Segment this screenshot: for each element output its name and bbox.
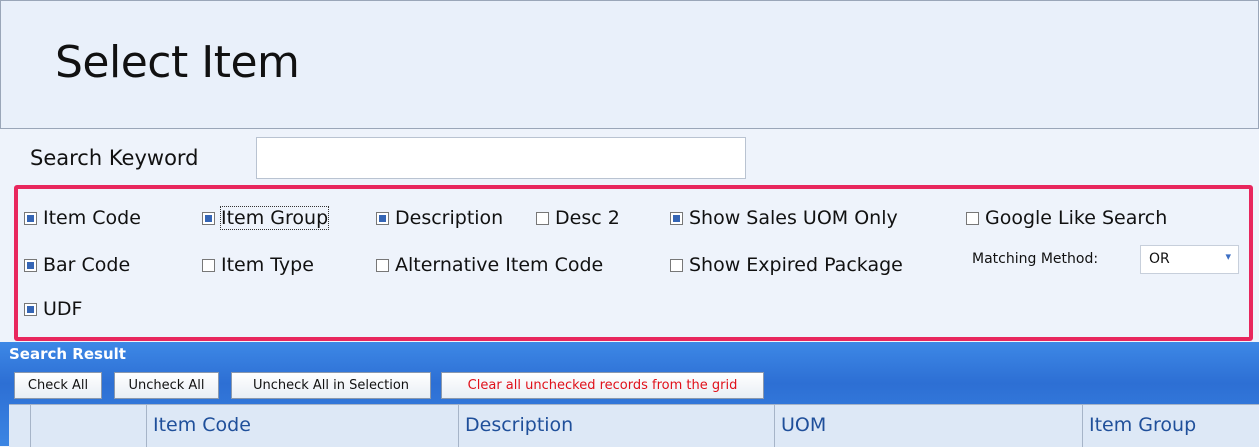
grid-header: Item Code Description UOM Item Group xyxy=(9,404,1259,447)
option-show-sales-uom-only[interactable]: Show Sales UOM Only xyxy=(670,207,898,229)
column-header-uom[interactable]: UOM xyxy=(775,405,1083,447)
item-code-checkbox[interactable] xyxy=(24,211,37,225)
dialog-header: Select Item xyxy=(0,0,1259,129)
item-group-checkbox[interactable] xyxy=(202,211,215,225)
description-label: Description xyxy=(395,207,504,229)
option-show-expired-package[interactable]: Show Expired Package xyxy=(670,254,903,276)
option-alternative-item-code[interactable]: Alternative Item Code xyxy=(376,254,603,276)
option-item-group[interactable]: Item Group xyxy=(202,206,330,230)
search-keyword-label: Search Keyword xyxy=(30,146,199,170)
description-checkbox[interactable] xyxy=(376,211,389,225)
option-desc2[interactable]: Desc 2 xyxy=(536,207,620,229)
option-udf[interactable]: UDF xyxy=(24,298,82,320)
item-group-label: Item Group xyxy=(219,206,330,230)
bar-code-label: Bar Code xyxy=(43,254,131,276)
desc2-label: Desc 2 xyxy=(555,207,620,229)
option-item-type[interactable]: Item Type xyxy=(202,254,314,276)
show-sales-uom-label: Show Sales UOM Only xyxy=(689,207,898,229)
page-title: Select Item xyxy=(55,37,300,88)
clear-unchecked-records-button[interactable]: Clear all unchecked records from the gri… xyxy=(441,372,764,399)
column-header-description[interactable]: Description xyxy=(459,405,775,447)
desc2-checkbox[interactable] xyxy=(536,211,549,225)
search-result-title: Search Result xyxy=(9,345,126,363)
search-options-panel: Item Code Item Group Description Desc 2 … xyxy=(14,185,1253,341)
option-description[interactable]: Description xyxy=(376,207,503,229)
uncheck-all-in-selection-button[interactable]: Uncheck All in Selection xyxy=(231,372,431,399)
alternative-item-code-checkbox[interactable] xyxy=(376,258,389,272)
grid-indicator-column xyxy=(9,405,31,447)
udf-checkbox[interactable] xyxy=(24,302,37,316)
udf-label: UDF xyxy=(43,298,83,320)
option-item-code[interactable]: Item Code xyxy=(24,207,141,229)
bar-code-checkbox[interactable] xyxy=(24,258,37,272)
alternative-item-code-label: Alternative Item Code xyxy=(395,254,604,276)
check-all-button[interactable]: Check All xyxy=(14,372,102,399)
show-expired-package-label: Show Expired Package xyxy=(689,254,903,276)
matching-method-label: Matching Method: xyxy=(972,251,1099,267)
chevron-down-icon[interactable]: ▾ xyxy=(1225,250,1231,263)
grid-check-column xyxy=(31,405,147,447)
show-expired-package-checkbox[interactable] xyxy=(670,258,683,272)
item-type-label: Item Type xyxy=(221,254,314,276)
matching-method-value: OR xyxy=(1149,251,1170,267)
item-type-checkbox[interactable] xyxy=(202,258,215,272)
item-code-label: Item Code xyxy=(43,207,141,229)
column-header-item-group[interactable]: Item Group xyxy=(1083,405,1259,447)
option-bar-code[interactable]: Bar Code xyxy=(24,254,130,276)
matching-method-select[interactable]: OR ▾ xyxy=(1140,245,1239,274)
google-like-search-checkbox[interactable] xyxy=(966,211,979,225)
google-like-search-label: Google Like Search xyxy=(985,207,1168,229)
show-sales-uom-checkbox[interactable] xyxy=(670,211,683,225)
column-header-item-code[interactable]: Item Code xyxy=(147,405,459,447)
option-google-like-search[interactable]: Google Like Search xyxy=(966,207,1167,229)
search-keyword-input[interactable] xyxy=(256,137,746,179)
uncheck-all-button[interactable]: Uncheck All xyxy=(114,372,219,399)
